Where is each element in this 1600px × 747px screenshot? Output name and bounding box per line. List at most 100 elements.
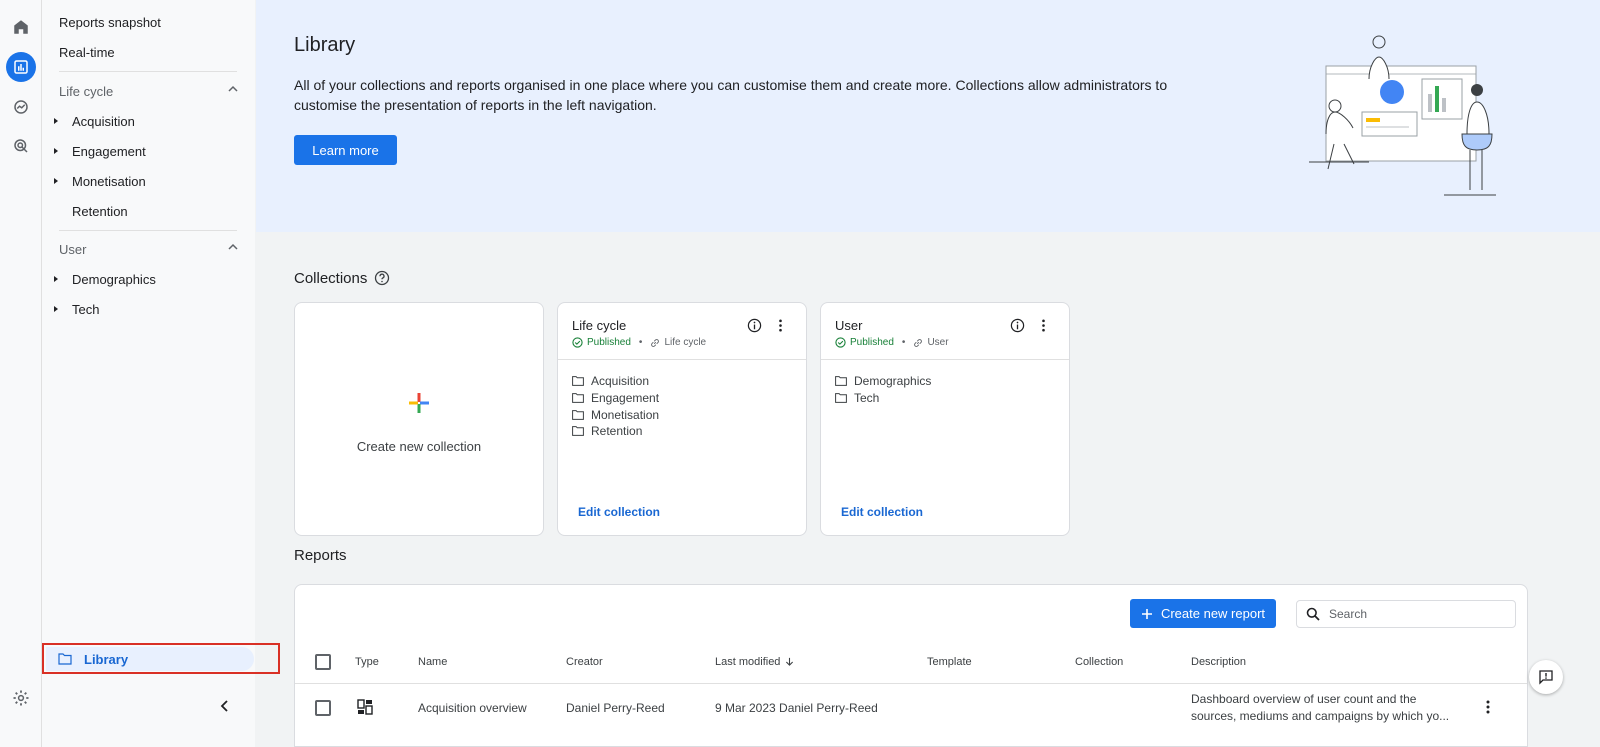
column-header-collection[interactable]: Collection [1075, 656, 1123, 668]
expand-arrow-icon[interactable] [54, 118, 58, 124]
collection-card-life-cycle[interactable]: Life cycle Published • Life cycle Acquis… [557, 302, 807, 536]
sidebar-item-retention[interactable]: Retention [72, 204, 128, 219]
create-report-label: Create new report [1160, 606, 1266, 621]
expand-arrow-icon[interactable] [54, 178, 58, 184]
report-last-modified: 9 Mar 2023 Daniel Perry-Reed [715, 701, 878, 715]
column-header-template[interactable]: Template [927, 656, 972, 668]
folder-item: Retention [572, 423, 659, 440]
collection-source: User [927, 337, 949, 348]
sidebar-item-acquisition[interactable]: Acquisition [72, 114, 135, 129]
folder-label: Engagement [591, 391, 660, 406]
section-heading: User [59, 242, 87, 257]
home-icon[interactable] [6, 12, 36, 42]
search-field[interactable] [1296, 600, 1516, 628]
folder-label: Monetisation [591, 407, 660, 422]
sidebar-item-monetisation[interactable]: Monetisation [72, 174, 146, 189]
info-icon[interactable] [747, 318, 762, 333]
expand-arrow-icon[interactable] [54, 148, 58, 154]
column-header-name[interactable]: Name [418, 656, 447, 668]
settings-icon[interactable] [6, 683, 36, 713]
sort-arrow-down-icon [786, 657, 794, 666]
explore-icon[interactable] [6, 92, 36, 122]
help-icon[interactable] [374, 270, 390, 286]
report-description-line: Dashboard overview of user count and the [1191, 692, 1417, 706]
folder-icon [572, 376, 584, 387]
folder-icon [58, 653, 72, 665]
meta-separator: • [638, 337, 643, 348]
search-input[interactable] [1329, 605, 1509, 623]
edit-collection-link[interactable]: Edit collection [841, 505, 923, 519]
library-illustration [1309, 35, 1496, 196]
column-header-last-modified[interactable]: Last modified [715, 656, 794, 668]
link-icon [651, 338, 660, 347]
sidebar-divider [59, 71, 237, 72]
row-checkbox[interactable] [315, 700, 331, 716]
plus-icon [1141, 608, 1152, 619]
sidebar-item-tech[interactable]: Tech [72, 302, 99, 317]
column-header-type[interactable]: Type [355, 656, 379, 668]
feedback-button[interactable] [1529, 660, 1563, 694]
folder-icon [572, 409, 584, 420]
published-status: Published [850, 337, 894, 348]
sidebar-item-reports-snapshot[interactable]: Reports snapshot [59, 15, 161, 30]
collection-card-user[interactable]: User Published • User Demographics Tech … [820, 302, 1070, 536]
dashboard-icon [357, 699, 373, 715]
column-header-creator[interactable]: Creator [566, 656, 603, 668]
more-vert-icon[interactable] [1481, 700, 1495, 714]
sidebar-divider [59, 230, 237, 231]
collection-title: Life cycle [572, 318, 627, 333]
sidebar-section-life-cycle[interactable]: Life cycle [59, 84, 239, 99]
collection-meta: Published • Life cycle [572, 337, 706, 348]
folder-icon [572, 426, 584, 437]
folder-item: Demographics [835, 373, 931, 390]
meta-separator: • [901, 337, 906, 348]
reports-table: Create new report Type Name Creator Last… [294, 584, 1528, 747]
folder-item: Acquisition [572, 373, 659, 390]
collapse-sidebar-icon[interactable] [218, 699, 232, 713]
feedback-icon [1539, 670, 1553, 685]
check-circle-icon [835, 337, 846, 348]
report-description-line: sources, mediums and campaigns by which … [1191, 709, 1450, 723]
sidebar-section-user[interactable]: User [59, 242, 239, 257]
reports-title: Reports [294, 547, 347, 564]
create-collection-label: Create new collection [356, 439, 482, 454]
library-selected-pill: Library [46, 647, 254, 671]
report-description: Dashboard overview of user count and the… [1191, 691, 1453, 725]
advertising-icon[interactable] [6, 131, 36, 161]
sidebar-item-demographics[interactable]: Demographics [72, 272, 156, 287]
folder-item: Tech [835, 390, 931, 407]
sidebar-item-real-time[interactable]: Real-time [59, 45, 115, 60]
chevron-up-icon [228, 85, 238, 92]
collections-title: Collections [294, 270, 368, 287]
search-icon [1306, 607, 1320, 621]
report-name[interactable]: Acquisition overview [418, 701, 527, 715]
folder-item: Engagement [572, 390, 659, 407]
edit-collection-link[interactable]: Edit collection [578, 505, 660, 519]
hero-description: All of your collections and reports orga… [294, 77, 1168, 113]
sidebar-item-library[interactable]: Library [42, 643, 280, 674]
select-all-checkbox[interactable] [315, 654, 331, 670]
create-new-report-button[interactable]: Create new report [1130, 599, 1276, 628]
create-collection-card[interactable]: Create new collection [294, 302, 544, 536]
more-vert-icon[interactable] [773, 318, 788, 333]
sidebar-item-label: Library [84, 652, 129, 667]
folder-label: Acquisition [591, 374, 650, 389]
expand-arrow-icon[interactable] [54, 276, 58, 282]
reports-icon[interactable] [6, 52, 36, 82]
collection-meta: Published • User [835, 337, 949, 348]
expand-arrow-icon[interactable] [54, 306, 58, 312]
sidebar-item-engagement[interactable]: Engagement [72, 144, 146, 159]
column-header-description[interactable]: Description [1191, 656, 1246, 668]
folder-icon [835, 393, 847, 403]
published-status: Published [587, 337, 631, 348]
learn-more-button[interactable]: Learn more [294, 135, 397, 165]
section-heading: Life cycle [59, 84, 114, 99]
info-icon[interactable] [1010, 318, 1025, 333]
page-title: Library [294, 34, 356, 56]
more-vert-icon[interactable] [1036, 318, 1051, 333]
folder-list: Demographics Tech [835, 373, 931, 406]
collection-source: Life cycle [664, 337, 707, 348]
card-divider [558, 359, 806, 360]
folder-label: Demographics [854, 374, 932, 389]
column-header-label: Last modified [715, 656, 781, 668]
